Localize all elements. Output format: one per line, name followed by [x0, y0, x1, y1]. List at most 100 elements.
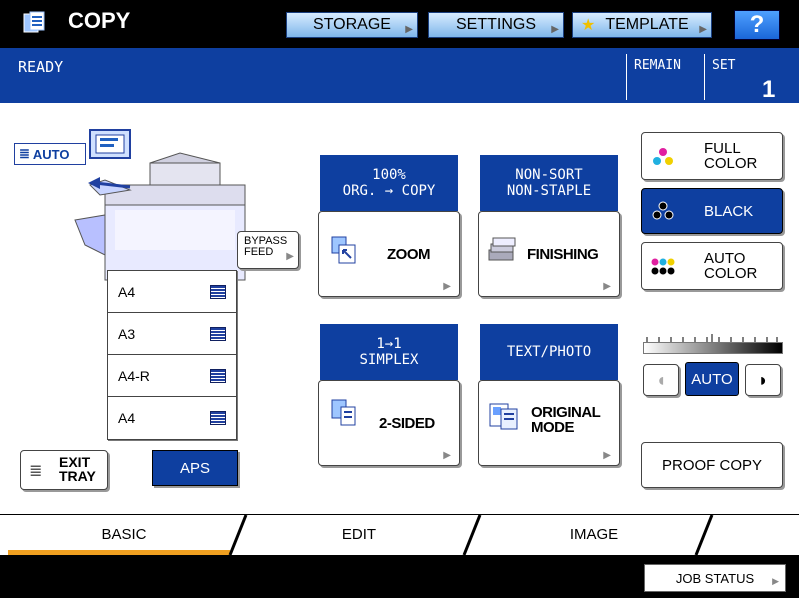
black-label: BLACK [704, 203, 754, 220]
job-status-label: JOB STATUS [675, 570, 755, 586]
tab-basic-label: BASIC [101, 525, 147, 543]
tab-basic[interactable]: BASIC [8, 515, 240, 553]
two-sided-label: 2-SIDED [379, 415, 435, 432]
auto-color-button[interactable]: AUTO COLOR [641, 242, 783, 290]
remain-label: REMAIN [634, 58, 681, 73]
exit-tray-button[interactable]: ≣ EXIT TRAY [20, 450, 108, 490]
lighter-button[interactable]: ◖ [643, 364, 679, 396]
set-label: SET [712, 58, 736, 73]
mode-label: MODE [531, 419, 575, 436]
arrow-right-icon: ▶ [603, 450, 611, 461]
settings-button[interactable]: SETTINGS ▶ [428, 12, 564, 38]
zoom-ratio: 100% [372, 167, 406, 183]
star-icon: ★ [581, 17, 596, 34]
staple-status: NON-STAPLE [506, 183, 592, 199]
tab-image-label: IMAGE [569, 525, 619, 543]
black-icon [652, 201, 674, 226]
darker-button[interactable]: ◗ [745, 364, 781, 396]
template-label: TEMPLATE [605, 16, 689, 33]
tab-edit-label: EDIT [341, 525, 377, 543]
finishing-label: FINISHING [527, 246, 599, 263]
tray-1-label: A4 [118, 284, 136, 300]
arrow-right-icon: ▶ [699, 24, 707, 35]
paper-tray-icon [210, 411, 226, 425]
tray-3-label: A4-R [118, 368, 150, 384]
duplex-mode: 1→1 [376, 336, 402, 352]
finishing-icon [487, 236, 517, 269]
half-circle-light-icon: ◖ [655, 369, 667, 390]
paper-stack-icon: ≣ [19, 146, 30, 161]
black-button[interactable]: BLACK [641, 188, 783, 234]
tab-separator [462, 514, 482, 556]
tray-4-button[interactable]: A4 [107, 396, 237, 440]
arrow-right-icon: ▶ [286, 251, 294, 262]
status-bar [0, 48, 799, 103]
paper-stack-icon: ≣ [29, 463, 43, 480]
original-mode-button[interactable]: ORIGINAL MODE ▶ [478, 380, 620, 466]
paper-tray-icon [210, 327, 226, 341]
bypass-feed-button[interactable]: BYPASS FEED ▶ [237, 231, 299, 269]
storage-label: STORAGE [313, 16, 391, 33]
finishing-status: NON-SORT NON-STAPLE [480, 155, 618, 211]
original-mode-icon [489, 403, 519, 436]
arrow-right-icon: ▶ [405, 24, 413, 35]
zoom-direction: ORG. → COPY [342, 183, 436, 199]
help-label: ? [749, 11, 765, 38]
zoom-label: ZOOM [387, 246, 431, 263]
aps-label: APS [179, 459, 210, 477]
two-sided-button[interactable]: 2-SIDED ▶ [318, 380, 460, 466]
help-button[interactable]: ? [734, 10, 780, 40]
density-auto-label: AUTO [691, 370, 733, 388]
exit-label: EXIT [59, 454, 91, 470]
copier-illustration [70, 125, 250, 285]
proof-copy-button[interactable]: PROOF COPY [641, 442, 783, 488]
density-gradient-bar [643, 342, 783, 354]
original-mode-status: TEXT/PHOTO [480, 324, 618, 380]
auto-label: AUTO [32, 146, 70, 162]
auto-color-icon [650, 257, 676, 282]
zoom-button[interactable]: ZOOM ▶ [318, 211, 460, 297]
zoom-icon [331, 236, 357, 269]
proof-copy-label: PROOF COPY [661, 456, 762, 474]
sort-status: NON-SORT [515, 167, 583, 183]
tab-separator [694, 514, 714, 556]
tab-image[interactable]: IMAGE [480, 515, 708, 553]
arrow-right-icon: ▶ [772, 576, 779, 586]
density-auto-button[interactable]: AUTO [685, 362, 739, 396]
paper-tray-icon [210, 369, 226, 383]
original-label: ORIGINAL [531, 404, 601, 421]
original-mode-value: TEXT/PHOTO [506, 344, 592, 360]
auto-label: AUTO [704, 250, 746, 267]
finishing-button[interactable]: FINISHING ▶ [478, 211, 620, 297]
tray-label: TRAY [59, 468, 96, 484]
full-label: FULL [704, 140, 741, 157]
storage-button[interactable]: STORAGE ▶ [286, 12, 418, 38]
full-color-button[interactable]: FULL COLOR [641, 132, 783, 180]
divider [626, 54, 627, 100]
copy-icon [22, 10, 48, 36]
arrow-right-icon: ▶ [443, 450, 451, 461]
zoom-status: 100% ORG. → COPY [320, 155, 458, 211]
aps-button[interactable]: APS [152, 450, 238, 486]
density-scale [645, 330, 779, 342]
arrow-right-icon: ▶ [443, 281, 451, 292]
set-count: 1 [762, 76, 776, 103]
full-color-icon [652, 147, 674, 172]
status-message: READY [18, 58, 64, 76]
divider [704, 54, 705, 100]
tray-1-button[interactable]: A4 [107, 270, 237, 314]
template-button[interactable]: ★ TEMPLATE ▶ [572, 12, 712, 38]
tray-3-button[interactable]: A4-R [107, 354, 237, 398]
duplex-name: SIMPLEX [359, 352, 419, 368]
duplex-status: 1→1 SIMPLEX [320, 324, 458, 380]
tab-edit[interactable]: EDIT [244, 515, 474, 553]
tray-2-button[interactable]: A3 [107, 312, 237, 356]
settings-label: SETTINGS [455, 16, 536, 33]
tray-4-label: A4 [118, 410, 136, 426]
paper-tray-icon [210, 285, 226, 299]
tray-2-label: A3 [118, 326, 136, 342]
color-label: COLOR [704, 155, 758, 172]
arrow-right-icon: ▶ [551, 24, 559, 35]
job-status-button[interactable]: JOB STATUS ▶ [644, 564, 786, 592]
arrow-right-icon: ▶ [603, 281, 611, 292]
